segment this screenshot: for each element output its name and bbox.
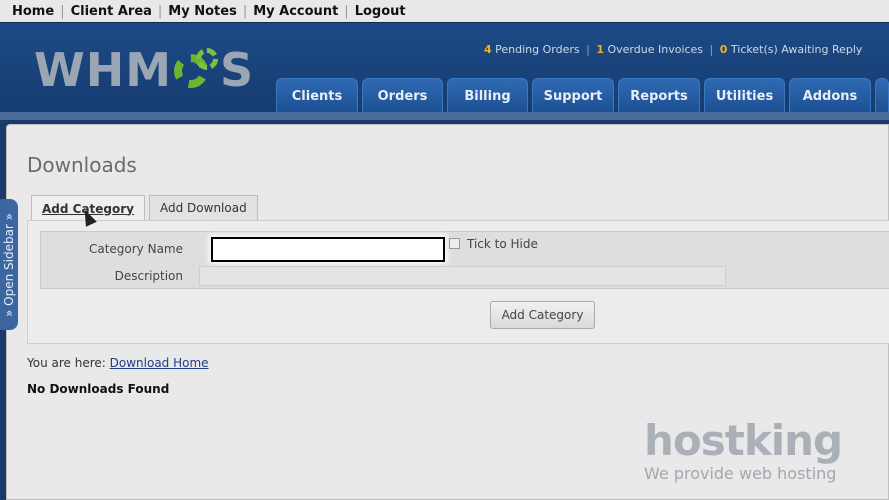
header-divider [0, 112, 889, 120]
pending-orders-link[interactable]: Pending Orders [495, 43, 579, 56]
description-label: Description [114, 269, 183, 283]
watermark-tagline: We provide web hosting [644, 464, 837, 483]
pending-orders-count: 4 [484, 43, 492, 56]
watermark-brand: hostking [644, 416, 843, 465]
nav-link-my-account[interactable]: My Account [247, 4, 344, 19]
hide-checkbox[interactable] [449, 238, 460, 249]
tab-overflow[interactable] [875, 78, 889, 113]
form-panel: Category Name Tick to Hide Description A… [27, 220, 889, 344]
tab-orders[interactable]: Orders [362, 78, 443, 113]
breadcrumb: You are here: Download Home [27, 356, 209, 370]
page-title: Downloads [27, 153, 137, 177]
breadcrumb-link-download-home[interactable]: Download Home [110, 356, 209, 370]
tab-support[interactable]: Support [532, 78, 614, 113]
tab-add-download[interactable]: Add Download [149, 195, 258, 220]
tab-reports[interactable]: Reports [618, 78, 700, 113]
tickets-link[interactable]: Ticket(s) Awaiting Reply [731, 43, 863, 56]
breadcrumb-prefix: You are here: [27, 356, 106, 370]
open-sidebar-handle[interactable]: » Open Sidebar » [0, 199, 18, 330]
tickets-count: 0 [719, 43, 728, 56]
nav-link-my-notes[interactable]: My Notes [162, 4, 243, 19]
logo-text-right: S [220, 43, 255, 97]
overdue-invoices-link[interactable]: Overdue Invoices [608, 43, 704, 56]
form-tabs: Add Category Add Download [31, 195, 262, 221]
open-sidebar-label: » Open Sidebar » [2, 212, 17, 317]
overdue-invoices-count: 1 [596, 43, 604, 56]
tab-utilities[interactable]: Utilities [704, 78, 785, 113]
nav-link-client-area[interactable]: Client Area [65, 4, 158, 19]
whmcs-logo[interactable]: WHM S [34, 43, 254, 97]
main-tabs: Clients Orders Billing Support Reports U… [276, 78, 889, 113]
header-stats: 4 Pending Orders | 1 Overdue Invoices | … [484, 43, 862, 56]
logo-text-left: WHM [34, 43, 173, 97]
top-nav: Home | Client Area | My Notes | My Accou… [0, 0, 889, 22]
tab-clients[interactable]: Clients [276, 78, 358, 113]
description-input[interactable] [199, 266, 726, 286]
watermark: hostking We provide web hosting [644, 416, 843, 484]
tick-to-hide-label: Tick to Hide [467, 237, 538, 251]
description-row: Description [41, 264, 191, 288]
stats-separator: | [586, 43, 590, 56]
nav-link-logout[interactable]: Logout [349, 4, 412, 19]
category-name-input[interactable] [211, 237, 445, 262]
stats-separator: | [709, 43, 714, 56]
category-row: Category Name [41, 237, 191, 261]
tab-addons[interactable]: Addons [789, 78, 871, 113]
tab-billing[interactable]: Billing [447, 78, 528, 113]
category-name-label: Category Name [88, 242, 183, 256]
nav-link-home[interactable]: Home [6, 4, 60, 19]
header: WHM S 4 Pending Orders | 1 Overdue Invoi… [0, 22, 889, 113]
category-form: Category Name Tick to Hide Description [40, 231, 889, 289]
gear-icon [174, 48, 219, 92]
add-category-button[interactable]: Add Category [490, 301, 595, 329]
empty-message: No Downloads Found [27, 382, 170, 396]
